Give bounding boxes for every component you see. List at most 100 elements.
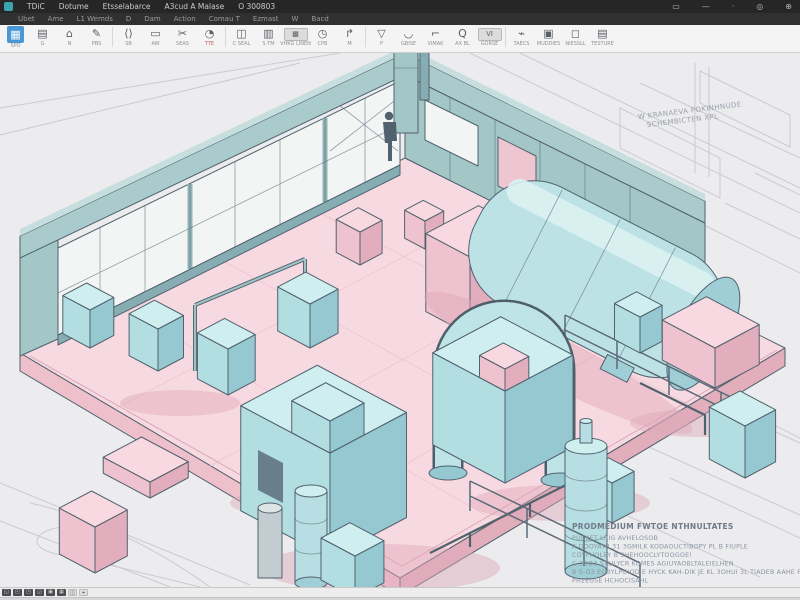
isometric-factory-illustration: W KRANAEVA POKINHNUDE SCHEMBICTEN XPL PR… (0, 53, 800, 587)
menu-item[interactable]: A3cud A Malase (164, 2, 224, 11)
toolbar-separator (365, 27, 366, 47)
status-toggle-icon[interactable]: ▣ (46, 589, 55, 596)
status-toggle-icon[interactable]: ◫ (68, 589, 77, 596)
menu-item[interactable]: L1 Wemds (77, 15, 113, 23)
machine-block (336, 208, 382, 265)
menu-item[interactable]: Ezmast (253, 15, 279, 23)
tool-label: AX BL (455, 41, 470, 47)
tool-texture-button[interactable]: ▤ TESTURE (589, 26, 616, 47)
status-toggle-icon[interactable]: ◲ (35, 589, 44, 596)
menu-item[interactable]: Ubet (18, 15, 35, 23)
notes-line: A DOOYAYR 31 3GMILK KODAOUCTIBOPY PL B F… (572, 544, 748, 551)
app-window: TDiC Dotume Etsselabarce A3cud A Malase … (0, 0, 800, 600)
tool-node-button[interactable]: ⌐ VIMAK (422, 26, 449, 47)
menu-item[interactable]: TDiC (27, 2, 45, 11)
tool-vi-button[interactable]: VI GORSE (476, 26, 503, 47)
status-toggle-icon[interactable]: ⌖ (79, 589, 88, 596)
texture-icon: ▤ (597, 26, 607, 41)
status-toggle-icon[interactable]: ◱ (2, 589, 11, 596)
machine-block (129, 300, 183, 371)
scissors-icon: ✂ (178, 26, 187, 41)
vi-box-icon: VI (478, 28, 502, 41)
tool-label: NIESSLL (565, 41, 585, 47)
tool-label: G (41, 41, 45, 47)
tool-label: M (347, 41, 351, 47)
tool-move-button[interactable]: ↱ M (336, 26, 363, 47)
machine-block (197, 318, 255, 395)
console (59, 491, 127, 573)
columns-icon: ◫ (236, 26, 246, 41)
clock-icon: ◷ (318, 26, 328, 41)
menu-bar: TDiC Dotume Etsselabarce A3cud A Malase … (0, 0, 800, 13)
status-toggle-icon[interactable]: ▦ (57, 589, 66, 596)
tool-filter-button[interactable]: ▽ P (368, 26, 395, 47)
tool-cup-button[interactable]: ◡ GBISE (395, 26, 422, 47)
app-logo-icon[interactable] (4, 2, 13, 11)
cabinet (709, 391, 775, 478)
tool-label: VIMAK (428, 41, 444, 47)
tool-label: SEAS (176, 41, 189, 47)
tool-rect-button[interactable]: ▭ AW (142, 26, 169, 47)
window-minimize-icon[interactable]: — (698, 2, 714, 11)
magnifier-icon: Q (458, 26, 467, 41)
menu-item[interactable]: W (292, 15, 299, 23)
solid-icon: ▣ (543, 26, 553, 41)
status-toggle-icon[interactable]: ◰ (13, 589, 22, 596)
tool-columns-button[interactable]: ◫ C SEAL (228, 26, 255, 47)
drawing-annotation: W KRANAEVA POKINHNUDE SCHEMBICTEN XPL (638, 101, 744, 131)
menu-item[interactable]: Dam (144, 15, 161, 23)
tool-frame-button[interactable]: ◻ NIESSLL (562, 26, 589, 47)
drawing-canvas[interactable]: W KRANAEVA POKINHNUDE SCHEMBICTEN XPL PR… (0, 53, 800, 587)
menu-item[interactable]: O 300803 (238, 2, 275, 11)
arrow-icon: ↱ (345, 26, 354, 41)
tool-brackets-button[interactable]: ⟨⟩ SB (115, 26, 142, 47)
grid-icon: ▤ (37, 26, 47, 41)
gauge-icon: ◔ (205, 26, 215, 41)
tool-label: SB (125, 41, 132, 47)
tool-label: TTE (205, 41, 214, 47)
tool-label: P (380, 41, 383, 47)
menu-item[interactable]: Comau T (209, 15, 240, 23)
menu-item[interactable]: Ame (48, 15, 64, 23)
window-restore-icon[interactable]: ▭ (668, 2, 684, 11)
menu-item[interactable]: D (126, 15, 131, 23)
menu-item[interactable]: Etsselabarce (103, 2, 151, 11)
tool-label: N (68, 41, 72, 47)
tool-label: MUDDIES (537, 41, 560, 47)
tool-label: S·TM (262, 41, 274, 47)
status-toggle-icon[interactable]: ◳ (24, 589, 33, 596)
node-icon: ⌐ (431, 26, 440, 41)
menu-item[interactable]: Bacd (311, 15, 328, 23)
tool-solid-button[interactable]: ▣ MUDDIES (535, 26, 562, 47)
tool-hatch-button[interactable]: ▥ S·TM (255, 26, 282, 47)
window-settings-icon[interactable]: ◎ (752, 2, 767, 11)
window-close-icon[interactable]: ⊕ (781, 2, 796, 11)
tool-label: VHKG LINEN (280, 41, 311, 47)
tool-linen-button[interactable]: ▩ VHKG LINEN (282, 26, 309, 47)
tool-label: GBISE (401, 41, 416, 47)
tool-label: SPO (10, 43, 20, 49)
machine-block (615, 292, 663, 353)
window-dot-icon[interactable]: · (728, 2, 739, 11)
tool-clock-button[interactable]: ◷ CPB (309, 26, 336, 47)
tool-grid-button[interactable]: ▤ G (29, 26, 56, 47)
tool-home-button[interactable]: ⌂ N (56, 26, 83, 47)
tool-select-button[interactable]: ▦ SPO (2, 26, 29, 49)
tool-label: C SEAL (233, 41, 251, 47)
tool-label: TAECS (514, 41, 530, 47)
notes-line: C 3OO3 STLILYCR KOMES AGIUYAOBLTALEIELHE… (572, 561, 734, 568)
notes-line: PUCKET LRIG AVHELOSOB (572, 535, 658, 542)
tool-tte-button[interactable]: ◔ TTE (196, 26, 223, 47)
tool-zoom-button[interactable]: Q AX BL (449, 26, 476, 47)
menu-item[interactable]: Dotume (59, 2, 89, 11)
tool-label: AW (151, 41, 159, 47)
notes-line: B 5-O3 EO3YLPOIOD E HYCK KAH-DIK JE KL 3… (572, 569, 800, 576)
notes-title: PRODMEDIUM FWTOE NTHNULTATES (572, 522, 734, 531)
cup-icon: ◡ (404, 26, 414, 41)
tool-label: TESTURE (591, 41, 614, 47)
tool-draw-button[interactable]: ✎ PBS (83, 26, 110, 47)
tool-trim-button[interactable]: ✂ SEAS (169, 26, 196, 47)
menu-item[interactable]: Action (174, 15, 196, 23)
tool-wire-button[interactable]: ⌁ TAECS (508, 26, 535, 47)
notes-line: PH2EUSE HCHOCISAHL (572, 578, 649, 585)
